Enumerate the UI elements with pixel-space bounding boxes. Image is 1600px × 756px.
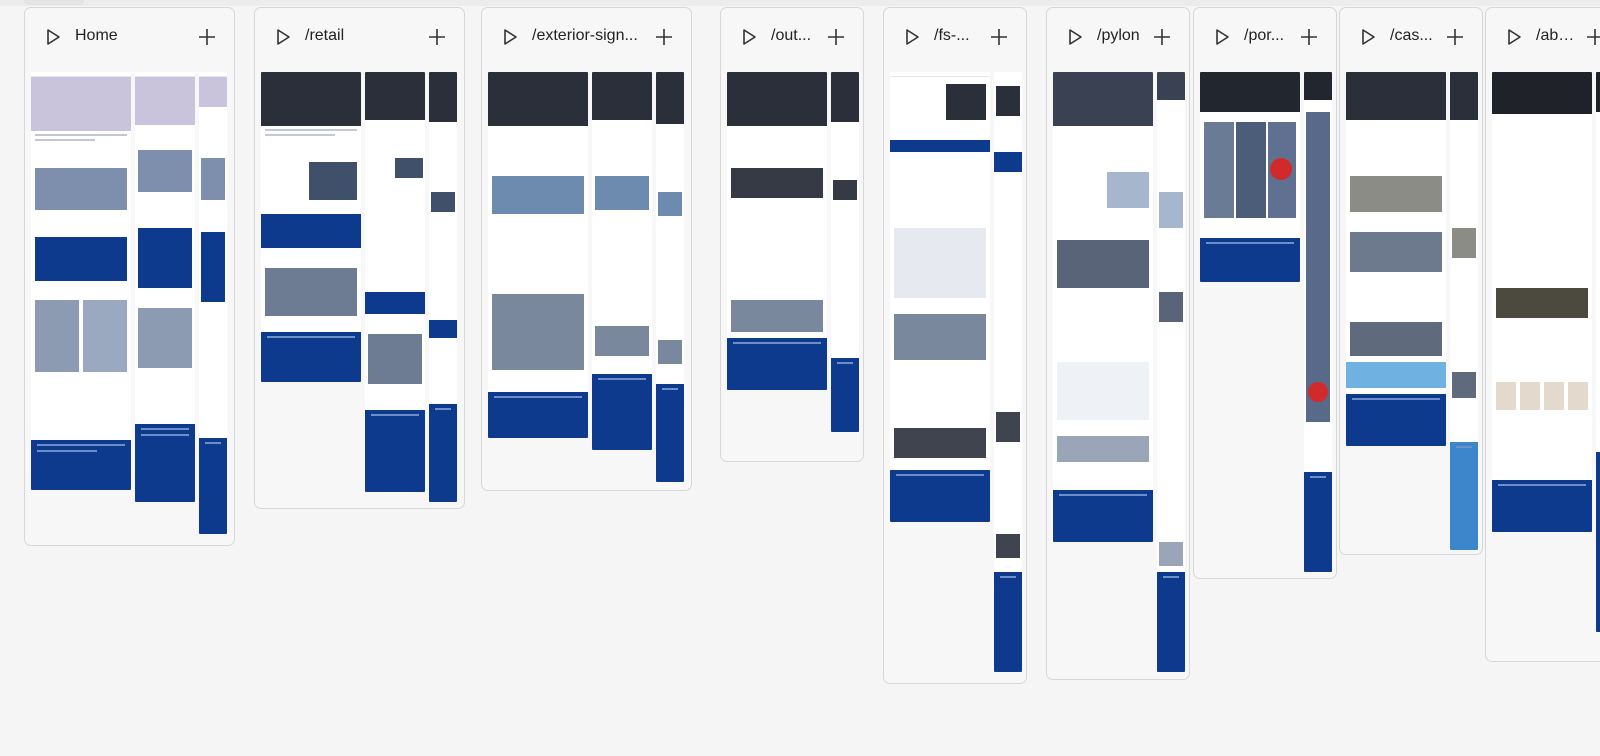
- play-icon[interactable]: [739, 27, 759, 47]
- plus-icon[interactable]: [653, 26, 675, 48]
- plus-icon[interactable]: [988, 26, 1010, 48]
- play-icon[interactable]: [902, 27, 922, 47]
- flow-column-fs[interactable]: /fs-...: [883, 7, 1027, 684]
- column-title: Home: [75, 27, 118, 44]
- column-header: /out...: [721, 8, 863, 66]
- page-thumbnail-mobile[interactable]: [1157, 72, 1185, 672]
- play-icon[interactable]: [43, 27, 63, 47]
- flow-column-about[interactable]: /abo...: [1485, 7, 1600, 662]
- page-thumbnail-desktop[interactable]: [31, 72, 131, 490]
- page-thumbnail-mobile[interactable]: [831, 72, 859, 432]
- page-thumbnail-desktop[interactable]: [1492, 72, 1592, 532]
- flow-column-portfolio[interactable]: /por...: [1193, 7, 1337, 579]
- page-thumbnail-desktop[interactable]: [727, 72, 827, 390]
- flow-column-exterior-signage[interactable]: /exterior-sign...: [481, 7, 692, 491]
- plus-icon[interactable]: [1584, 26, 1600, 48]
- column-header: /fs-...: [884, 8, 1026, 66]
- flow-column-outdoor[interactable]: /out...: [720, 7, 864, 462]
- flow-column-retail[interactable]: /retail: [254, 7, 465, 509]
- tab-stub: [24, 0, 84, 5]
- plus-icon[interactable]: [426, 26, 448, 48]
- page-thumbnail-tablet[interactable]: [365, 72, 425, 492]
- page-thumbnail-desktop[interactable]: [1346, 72, 1446, 446]
- page-thumbnail-desktop[interactable]: [261, 72, 361, 382]
- page-thumbnail-mobile[interactable]: [1596, 72, 1600, 632]
- plus-icon[interactable]: [1298, 26, 1320, 48]
- column-title: /pylon: [1097, 27, 1140, 44]
- flow-column-home[interactable]: Home: [24, 7, 235, 546]
- play-icon[interactable]: [1358, 27, 1378, 47]
- page-thumbnail-tablet[interactable]: [592, 72, 652, 450]
- page-thumbnail-mobile[interactable]: [1304, 72, 1332, 572]
- page-thumbnail-desktop[interactable]: [488, 72, 588, 438]
- page-thumbnail-desktop[interactable]: [1053, 72, 1153, 542]
- page-thumbnail-mobile[interactable]: [994, 72, 1022, 672]
- play-icon[interactable]: [500, 27, 520, 47]
- column-title: /out...: [771, 27, 812, 44]
- column-header: /retail: [255, 8, 464, 66]
- page-thumbnail-desktop[interactable]: [890, 72, 990, 522]
- plus-icon[interactable]: [1151, 26, 1173, 48]
- column-title: /cas...: [1390, 27, 1433, 44]
- page-thumbnail-mobile[interactable]: [199, 72, 227, 534]
- flow-column-pylon[interactable]: /pylon: [1046, 7, 1190, 680]
- column-header: /abo...: [1486, 8, 1600, 66]
- plus-icon[interactable]: [825, 26, 847, 48]
- plus-icon[interactable]: [1444, 26, 1466, 48]
- column-header: /exterior-sign...: [482, 8, 691, 66]
- column-title: /retail: [305, 27, 345, 44]
- flow-column-case-studies[interactable]: /cas...: [1339, 7, 1483, 555]
- column-header: /cas...: [1340, 8, 1482, 66]
- page-thumbnail-tablet[interactable]: [135, 72, 195, 502]
- play-icon[interactable]: [1065, 27, 1085, 47]
- canvas-toolbar-strip: [0, 0, 1600, 6]
- page-thumbnail-mobile[interactable]: [429, 72, 457, 502]
- play-icon[interactable]: [273, 27, 293, 47]
- column-title: /abo...: [1536, 27, 1580, 44]
- play-icon[interactable]: [1504, 27, 1524, 47]
- column-title: /fs-...: [934, 27, 970, 44]
- play-icon[interactable]: [1212, 27, 1232, 47]
- column-header: /pylon: [1047, 8, 1189, 66]
- page-thumbnail-mobile[interactable]: [656, 72, 684, 482]
- column-title: /exterior-sign...: [532, 27, 638, 44]
- column-header: /por...: [1194, 8, 1336, 66]
- page-thumbnail-mobile[interactable]: [1450, 72, 1478, 550]
- plus-icon[interactable]: [196, 26, 218, 48]
- column-title: /por...: [1244, 27, 1285, 44]
- column-header: Home: [25, 8, 234, 66]
- page-thumbnail-desktop[interactable]: [1200, 72, 1300, 282]
